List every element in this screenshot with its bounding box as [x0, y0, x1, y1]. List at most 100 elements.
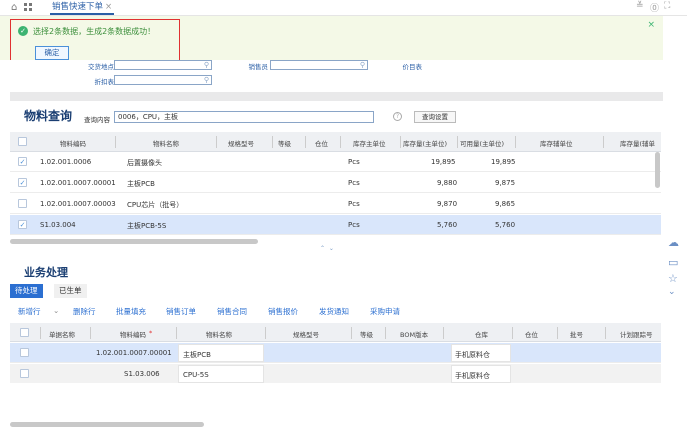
- tab-pending[interactable]: 待处理: [10, 284, 43, 298]
- select-all-checkbox[interactable]: [20, 328, 29, 337]
- sales-quote-button[interactable]: 销售报价: [268, 306, 298, 317]
- vertical-scrollbar[interactable]: [655, 152, 660, 188]
- col-header: 物料名称: [153, 140, 179, 148]
- row-checkbox[interactable]: ✓: [18, 220, 27, 229]
- add-row-button[interactable]: 新增行: [18, 306, 41, 317]
- confirm-button[interactable]: 确定: [35, 46, 69, 60]
- search-icon[interactable]: ⚲: [204, 61, 209, 69]
- panel-splitter-icon[interactable]: ⌃ ⌄: [320, 245, 335, 252]
- material-name: 主板PCB: [127, 180, 155, 188]
- notification-close-icon[interactable]: ×: [647, 20, 655, 30]
- query-settings-button[interactable]: 查询设置: [414, 111, 456, 123]
- available-qty: 5,760: [495, 221, 516, 229]
- horizontal-scrollbar[interactable]: [10, 239, 258, 244]
- warehouse-cell[interactable]: 手机原料仓: [451, 344, 511, 362]
- tab-close-icon[interactable]: ×: [105, 2, 112, 12]
- app-grid-icon[interactable]: [24, 3, 33, 12]
- notification-box: ✓ 选择2条数据，生成2条数据成功！ 确定: [10, 19, 180, 63]
- col-divider: [605, 327, 606, 339]
- query-input[interactable]: 0006，CPU，主板: [114, 111, 374, 123]
- col-header: 规格型号: [293, 331, 319, 339]
- material-code: 1.02.001.0007.00001: [40, 179, 116, 187]
- discount-input[interactable]: ⚲: [114, 75, 212, 85]
- material-query-title: 物料查询: [24, 109, 73, 123]
- help-icon[interactable]: ?: [393, 112, 402, 121]
- col-header: 可用量(主单位): [460, 140, 505, 148]
- batch-fill-button[interactable]: 批量填充: [116, 306, 146, 317]
- field-label-discount: 折扣表: [94, 78, 115, 86]
- row-checkbox[interactable]: [20, 369, 29, 378]
- stock-unit: Pcs: [348, 221, 360, 229]
- chevron-down-icon[interactable]: ⌄: [53, 306, 59, 315]
- field-label-delivery: 交货地点: [88, 63, 114, 71]
- search-icon[interactable]: ⚲: [204, 76, 209, 84]
- table-row-selected[interactable]: ✓ S1.03.004 主板PCB-5S Pcs 5,760 5,760: [10, 215, 661, 235]
- row-checkbox[interactable]: [18, 199, 27, 208]
- warehouse-cell[interactable]: 手机原料仓: [451, 365, 511, 383]
- success-check-icon: ✓: [18, 26, 28, 36]
- col-divider: [400, 136, 401, 148]
- stock-qty: 9,870: [437, 200, 458, 208]
- stock-unit: Pcs: [348, 200, 360, 208]
- col-divider: [515, 136, 516, 148]
- fullscreen-icon[interactable]: ⛶: [664, 1, 670, 11]
- salesman-input[interactable]: ⚲: [270, 60, 368, 70]
- material-code: S1.03.004: [40, 221, 76, 229]
- field-label-salesman: 销售员: [248, 63, 269, 71]
- delivery-notice-button[interactable]: 发货通知: [319, 306, 349, 317]
- cloud-icon[interactable]: ☁: [668, 236, 679, 249]
- material-code: 1.02.001.0006: [40, 158, 92, 166]
- top-tab-bar: ⌂ 销售快速下单 × ≚ ⓪ ⛶: [0, 0, 687, 16]
- name-cell[interactable]: CPU-5S: [178, 365, 264, 383]
- notification-message: 选择2条数据，生成2条数据成功！: [33, 27, 156, 36]
- search-icon[interactable]: ⚲: [360, 61, 365, 69]
- material-table: 物料编码 物料名称 规格型号 等级 仓位 库存主单位 库存量(主单位) 可用量(…: [10, 132, 661, 237]
- col-divider: [90, 327, 91, 339]
- name-cell[interactable]: 主板PCB: [178, 344, 264, 362]
- col-divider: [340, 136, 341, 148]
- material-code: S1.03.006: [124, 370, 160, 378]
- col-divider: [603, 136, 604, 148]
- delivery-input[interactable]: ⚲: [114, 60, 212, 70]
- star-icon[interactable]: ☆: [668, 272, 678, 285]
- warehouse: 手机原料仓: [455, 351, 490, 359]
- sales-order-button[interactable]: 销售订单: [166, 306, 196, 317]
- horizontal-scrollbar[interactable]: [10, 422, 204, 427]
- select-all-checkbox[interactable]: [18, 137, 27, 146]
- col-header: 仓位: [315, 140, 328, 148]
- table-row[interactable]: ✓ 1.02.001.0007.00001 主板PCB Pcs 9,880 9,…: [10, 173, 661, 193]
- query-label: 查询内容: [84, 116, 110, 124]
- col-divider: [272, 136, 273, 148]
- col-divider: [216, 136, 217, 148]
- tab-sales-quick-order[interactable]: 销售快速下单 ×: [50, 1, 115, 15]
- delete-row-button[interactable]: 删除行: [73, 306, 96, 317]
- side-toolbar: ☁ ▭ ☆ ⌄: [664, 230, 687, 297]
- table-header: 物料编码 物料名称 规格型号 等级 仓位 库存主单位 库存量(主单位) 可用量(…: [10, 132, 661, 152]
- table-row-selected[interactable]: 1.02.001.0007.00001 主板PCB 手机原料仓: [10, 343, 661, 363]
- tab-generated[interactable]: 已生单: [54, 284, 87, 298]
- required-marker: *: [149, 329, 153, 337]
- sales-contract-button[interactable]: 销售合同: [217, 306, 247, 317]
- table-row[interactable]: 1.02.001.0007.00003 CPU芯片（批号） Pcs 9,870 …: [10, 194, 661, 214]
- col-divider: [40, 327, 41, 339]
- col-divider: [305, 136, 306, 148]
- stock-qty: 5,760: [437, 221, 458, 229]
- col-header: BOM版本: [400, 331, 429, 339]
- row-checkbox[interactable]: [20, 348, 29, 357]
- stock-unit: Pcs: [348, 158, 360, 166]
- available-qty: 9,875: [495, 179, 516, 187]
- expand-down-icon[interactable]: ⌄: [668, 287, 676, 297]
- row-checkbox[interactable]: ✓: [18, 178, 27, 187]
- purchase-request-button[interactable]: 采购申请: [370, 306, 400, 317]
- chat-icon[interactable]: ▭: [668, 256, 678, 269]
- help-icon[interactable]: ⓪: [650, 1, 659, 14]
- col-header: 库存量(主单位): [403, 140, 448, 148]
- material-name: CPU芯片（批号）: [127, 201, 184, 209]
- material-name: 主板PCB: [183, 351, 211, 359]
- home-icon[interactable]: ⌂: [11, 2, 17, 13]
- table-row[interactable]: S1.03.006 CPU-5S 手机原料仓: [10, 364, 661, 383]
- col-header: 等级: [278, 140, 291, 148]
- row-checkbox[interactable]: ✓: [18, 157, 27, 166]
- table-row[interactable]: ✓ 1.02.001.0006 后置摄像头 Pcs 19,895 19,895: [10, 152, 661, 172]
- collapse-icon[interactable]: ≚: [636, 1, 644, 11]
